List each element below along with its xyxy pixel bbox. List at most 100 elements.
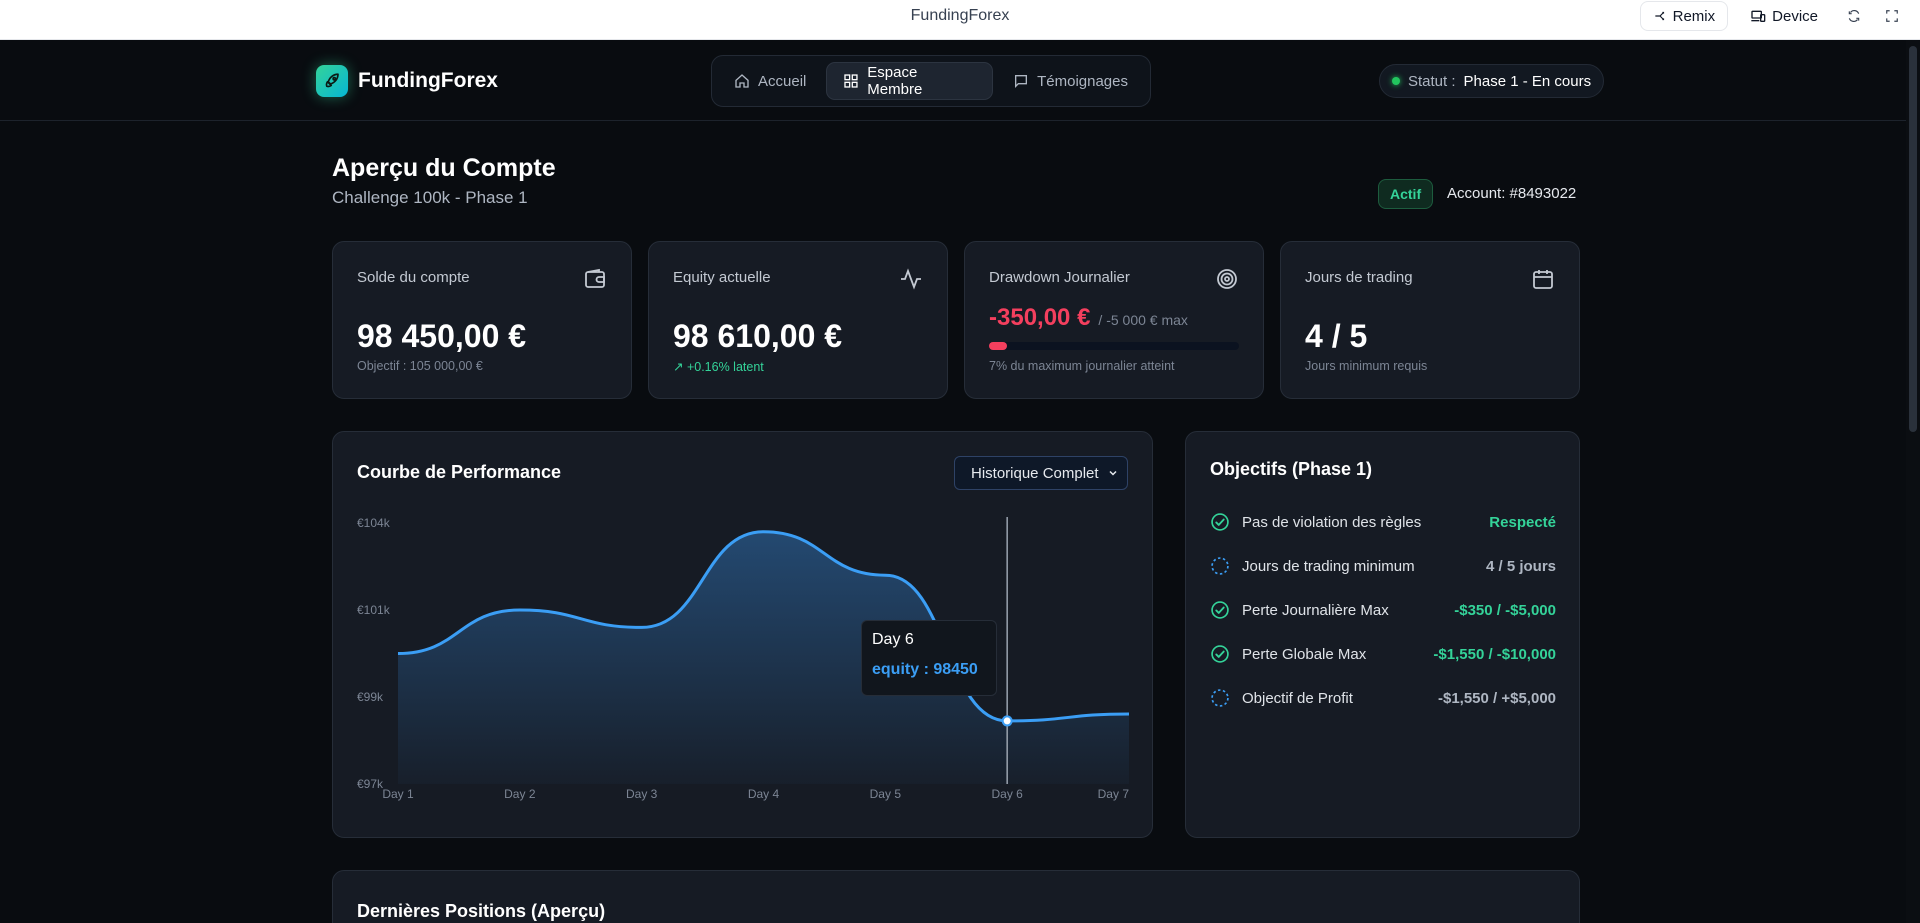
pending-circle-icon: [1211, 689, 1229, 707]
objective-label: Perte Globale Max: [1242, 645, 1367, 663]
objective-row: Objectif de Profit -$1,550 / +$5,000: [1210, 686, 1556, 710]
nav-espace-membre[interactable]: Espace Membre: [826, 62, 994, 100]
nav-espace-membre-label: Espace Membre: [867, 64, 923, 98]
drawdown-max: / -5 000 € max: [1098, 312, 1188, 328]
x-tick-label: Day 4: [748, 787, 780, 801]
stat-sub: ↗ +0.16% latent: [673, 360, 764, 374]
check-circle-icon: [1211, 645, 1229, 663]
objective-row: Perte Globale Max -$1,550 / -$10,000: [1210, 642, 1556, 666]
stat-card-solde: Solde du compte 98 450,00 € Objectif : 1…: [332, 241, 632, 399]
x-tick-label: Day 6: [991, 787, 1023, 801]
stat-sub: 7% du maximum journalier atteint: [989, 359, 1175, 373]
activity-icon: [901, 268, 921, 290]
drawdown-amount: -350,00 €: [989, 304, 1091, 331]
equity-chart[interactable]: €97k €99k €101k €104k Day 1 Day 2 Day 3 Day 4 Da…: [333, 432, 1154, 839]
y-tick-label: €104k: [357, 516, 391, 530]
check-circle-icon: [1211, 601, 1229, 619]
brand-name: FundingForex: [358, 69, 498, 92]
chart-tooltip: Day 6 equity : 98450: [861, 620, 997, 696]
nav-accueil[interactable]: Accueil: [718, 62, 822, 100]
positions-title: Dernières Positions (Aperçu): [357, 901, 606, 921]
fullscreen-icon: [1886, 10, 1898, 22]
objective-value: 4 / 5 jours: [1485, 557, 1556, 575]
tooltip-value: equity : 98450: [872, 661, 978, 678]
objective-label: Jours de trading minimum: [1242, 557, 1415, 575]
stat-card-equity: Equity actuelle 98 610,00 € ↗ +0.16% lat…: [648, 241, 948, 399]
remix-label: Remix: [1672, 7, 1716, 25]
browser-title: FundingForex: [910, 7, 1010, 24]
objective-value: -$1,550 / +$5,000: [1437, 689, 1556, 707]
objective-label: Pas de violation des règles: [1242, 513, 1422, 531]
x-tick-label: Day 5: [870, 787, 902, 801]
stat-label: Solde du compte: [357, 269, 470, 286]
remix-icon: [1654, 11, 1664, 21]
stat-card-drawdown: Drawdown Journalier -350,00 € / -5 000 €…: [964, 241, 1264, 399]
drawdown-progress: [989, 342, 1239, 350]
drawdown-progress-fill: [989, 342, 1007, 350]
pending-circle-icon: [1211, 557, 1229, 575]
target-icon: [1217, 269, 1237, 289]
x-tick-label: Day 7: [1098, 787, 1130, 801]
stat-value: 98 450,00 €: [357, 318, 527, 354]
x-tick-label: Day 3: [626, 787, 658, 801]
stat-label: Jours de trading: [1305, 269, 1413, 286]
check-circle-icon: [1211, 513, 1229, 531]
nav-temoignages-label: Témoignages: [1037, 72, 1128, 90]
stat-label: Equity actuelle: [673, 269, 771, 286]
status-dot: [1392, 77, 1400, 85]
status-badge: Actif: [1378, 179, 1434, 209]
objectives-card: Objectifs (Phase 1) Pas de violation des…: [1185, 431, 1580, 838]
app-header: FundingForex Accueil Espace Membre Témoi…: [0, 40, 1906, 121]
tooltip-day: Day 6: [872, 631, 914, 648]
message-icon: [1015, 75, 1028, 88]
y-tick-label: €101k: [357, 603, 391, 617]
objective-label: Perte Journalière Max: [1242, 601, 1389, 619]
browser-tools: Remix Device: [1639, 0, 1906, 32]
stat-value: 4 / 5: [1305, 318, 1368, 354]
device-label: Device: [1772, 7, 1818, 25]
stat-sub: Jours minimum requis: [1305, 359, 1428, 373]
device-button[interactable]: Device: [1738, 1, 1830, 31]
refresh-button[interactable]: [1840, 1, 1868, 31]
stat-value: 98 610,00 €: [673, 318, 843, 354]
status-pill: Statut : Phase 1 - En cours: [1379, 64, 1605, 98]
objective-label: Objectif de Profit: [1242, 689, 1353, 707]
objectives-title: Objectifs (Phase 1): [1210, 459, 1373, 479]
y-tick-label: €99k: [357, 690, 384, 704]
equity-area: [398, 531, 1129, 784]
rocket-icon: [316, 65, 348, 97]
page-scrollbar[interactable]: [1906, 40, 1920, 923]
nav-accueil-label: Accueil: [758, 72, 807, 90]
page-subtitle: Challenge 100k - Phase 1: [332, 188, 528, 207]
objective-row: Perte Journalière Max -$350 / -$5,000: [1210, 598, 1556, 622]
remix-button[interactable]: Remix: [1639, 1, 1729, 31]
status-label: Statut :: [1408, 72, 1456, 90]
nav-temoignages[interactable]: Témoignages: [997, 62, 1144, 100]
brand[interactable]: FundingForex: [316, 65, 498, 97]
drawdown-value: -350,00 € / -5 000 € max: [989, 304, 1188, 332]
stat-card-jours: Jours de trading 4 / 5 Jours minimum req…: [1280, 241, 1580, 399]
scrollbar-thumb[interactable]: [1909, 46, 1917, 432]
x-tick-label: Day 1: [382, 787, 414, 801]
y-tick-label: €97k: [357, 777, 384, 791]
fullscreen-button[interactable]: [1878, 1, 1906, 31]
wallet-icon: [585, 268, 605, 288]
main-nav: Accueil Espace Membre Témoignages: [711, 55, 1151, 107]
account-number: Account: #8493022: [1447, 185, 1577, 202]
page-title: Aperçu du Compte: [332, 154, 556, 182]
objective-value: -$1,550 / -$10,000: [1433, 645, 1556, 663]
home-icon: [735, 74, 749, 88]
data-point-highlight: [1001, 715, 1013, 727]
objective-value: -$350 / -$5,000: [1454, 601, 1556, 619]
grid-icon: [844, 74, 858, 88]
objective-row: Jours de trading minimum 4 / 5 jours: [1210, 554, 1556, 578]
browser-topbar: FundingForex Remix Device: [0, 0, 1920, 40]
x-tick-label: Day 2: [504, 787, 536, 801]
objective-value: Respecté: [1489, 513, 1556, 531]
device-icon: [1751, 10, 1766, 22]
stat-sub: Objectif : 105 000,00 €: [357, 359, 483, 373]
objective-row: Pas de violation des règles Respecté: [1210, 510, 1556, 534]
performance-chart-card: Courbe de Performance Historique Complet…: [332, 431, 1153, 838]
status-value: Phase 1 - En cours: [1463, 72, 1592, 90]
stat-label: Drawdown Journalier: [989, 269, 1130, 286]
